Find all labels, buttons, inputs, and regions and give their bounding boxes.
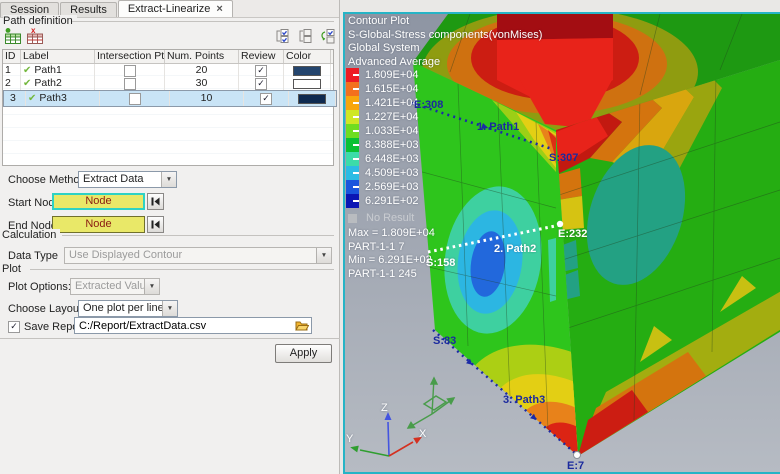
valid-check-icon: ✔ bbox=[23, 78, 31, 89]
legend-band bbox=[346, 110, 359, 124]
legend-band bbox=[346, 194, 359, 208]
color-swatch[interactable] bbox=[298, 94, 326, 104]
path3-end-label: E:7 bbox=[567, 460, 584, 472]
legend-band bbox=[346, 82, 359, 96]
uncheck-all-icon[interactable] bbox=[297, 27, 317, 45]
path3-start-label: S:83 bbox=[433, 335, 456, 347]
table-row[interactable]: 1 ✔Path1 20 ✓ bbox=[3, 64, 333, 77]
y-axis-label: Y bbox=[346, 433, 353, 445]
path2-name-label: 2. Path2 bbox=[494, 243, 536, 255]
chevron-down-icon[interactable]: ▼ bbox=[162, 301, 177, 316]
path2-start-label: S:158 bbox=[426, 257, 455, 269]
path-table: ID Label Intersection Pts Num. Points Re… bbox=[2, 49, 334, 166]
no-result-swatch bbox=[348, 214, 357, 223]
3d-viewport[interactable]: Contour Plot S-Global-Stress components(… bbox=[343, 12, 780, 474]
data-type-label: Data Type bbox=[8, 250, 58, 262]
path2-end-label: E:232 bbox=[558, 228, 587, 240]
path-definition-group-title: Path definition bbox=[3, 15, 77, 27]
min-value: Min = 6.291E+02 bbox=[348, 254, 435, 268]
browse-folder-icon[interactable] bbox=[295, 319, 309, 332]
valid-check-icon: ✔ bbox=[28, 93, 36, 104]
max-value: Max = 1.809E+04 bbox=[348, 227, 435, 241]
graphics-panel: Contour Plot S-Global-Stress components(… bbox=[340, 0, 780, 474]
z-axis-label: Z bbox=[381, 402, 388, 414]
result-averaging: Advanced Average bbox=[348, 56, 542, 70]
group-divider bbox=[62, 235, 334, 236]
apply-button[interactable]: Apply bbox=[275, 344, 332, 363]
divider bbox=[0, 338, 340, 339]
plot-options-label: Plot Options: bbox=[8, 281, 71, 293]
path-table-header: ID Label Intersection Pts Num. Points Re… bbox=[3, 50, 333, 64]
contour-title: Contour Plot bbox=[348, 15, 542, 29]
start-node-pick-icon[interactable] bbox=[147, 193, 164, 210]
review-checkbox[interactable]: ✓ bbox=[255, 78, 267, 90]
control-panel: Session Results Extract-Linearize× Path … bbox=[0, 0, 340, 474]
table-row[interactable]: 2 ✔Path2 30 ✓ bbox=[3, 77, 333, 90]
data-type-select[interactable]: Use Displayed Contour▼ bbox=[64, 247, 332, 264]
result-type: S-Global-Stress components(vonMises) bbox=[348, 29, 542, 43]
tab-extract-linearize[interactable]: Extract-Linearize× bbox=[118, 0, 233, 17]
chevron-down-icon: ▼ bbox=[316, 248, 331, 263]
color-swatch[interactable] bbox=[293, 79, 321, 89]
chevron-down-icon: ▼ bbox=[144, 279, 159, 294]
remove-path-icon[interactable]: x bbox=[25, 27, 45, 45]
contour-legend: 1.809E+04 1.615E+04 1.421E+04 1.227E+04 … bbox=[346, 68, 419, 208]
legend-band bbox=[346, 96, 359, 110]
review-checkbox[interactable]: ✓ bbox=[255, 65, 267, 77]
x-axis-label: X bbox=[419, 428, 426, 440]
group-divider bbox=[30, 269, 334, 270]
path1-end-label: E:308 bbox=[414, 99, 443, 111]
check-all-icon[interactable] bbox=[274, 27, 294, 45]
table-row-selected[interactable]: 3 ✔Path3 10 ✓ bbox=[3, 90, 337, 107]
legend-band bbox=[346, 68, 359, 82]
plot-options-select[interactable]: Extracted Values▼ bbox=[70, 278, 160, 295]
report-path-input[interactable] bbox=[74, 317, 312, 334]
legend-no-result: No Result bbox=[348, 212, 414, 224]
end-node-pick-icon[interactable] bbox=[147, 216, 164, 233]
result-stats: Max = 1.809E+04 PART-1-1 7 Min = 6.291E+… bbox=[348, 227, 435, 281]
legend-band bbox=[346, 152, 359, 166]
end-node-button[interactable]: Node bbox=[52, 216, 145, 233]
invert-check-icon[interactable] bbox=[318, 27, 338, 45]
choose-method-select[interactable]: Extract Data▼ bbox=[78, 171, 177, 188]
chevron-down-icon[interactable]: ▼ bbox=[161, 172, 176, 187]
legend-band bbox=[346, 166, 359, 180]
tab-close-icon[interactable]: × bbox=[216, 3, 222, 15]
choose-layout-select[interactable]: One plot per line▼ bbox=[78, 300, 178, 317]
intersection-checkbox[interactable] bbox=[124, 78, 136, 90]
review-checkbox[interactable]: ✓ bbox=[260, 93, 272, 105]
intersection-checkbox[interactable] bbox=[124, 65, 136, 77]
color-swatch[interactable] bbox=[293, 66, 321, 76]
legend-band bbox=[346, 138, 359, 152]
calculation-section-title: Calculation bbox=[2, 229, 60, 241]
group-divider bbox=[72, 21, 334, 22]
save-report-checkbox[interactable]: ✓ bbox=[8, 321, 20, 333]
max-location: PART-1-1 7 bbox=[348, 241, 435, 255]
path3-name-label: 3. Path3 bbox=[503, 394, 545, 406]
legend-band bbox=[346, 124, 359, 138]
plot-section-title: Plot bbox=[2, 263, 25, 275]
contour-header: Contour Plot S-Global-Stress components(… bbox=[348, 15, 542, 69]
path1-start-label: S:307 bbox=[549, 152, 578, 164]
valid-check-icon: ✔ bbox=[23, 65, 31, 76]
choose-method-label: Choose Method: bbox=[8, 174, 89, 186]
choose-layout-label: Choose Layout: bbox=[8, 303, 85, 315]
add-path-icon[interactable] bbox=[3, 27, 23, 45]
legend-band bbox=[346, 180, 359, 194]
path1-name-label: 1. Path1 bbox=[477, 121, 519, 133]
result-system: Global System bbox=[348, 42, 542, 56]
intersection-checkbox[interactable] bbox=[129, 93, 141, 105]
min-location: PART-1-1 245 bbox=[348, 268, 435, 282]
start-node-button[interactable]: Node bbox=[52, 193, 145, 210]
